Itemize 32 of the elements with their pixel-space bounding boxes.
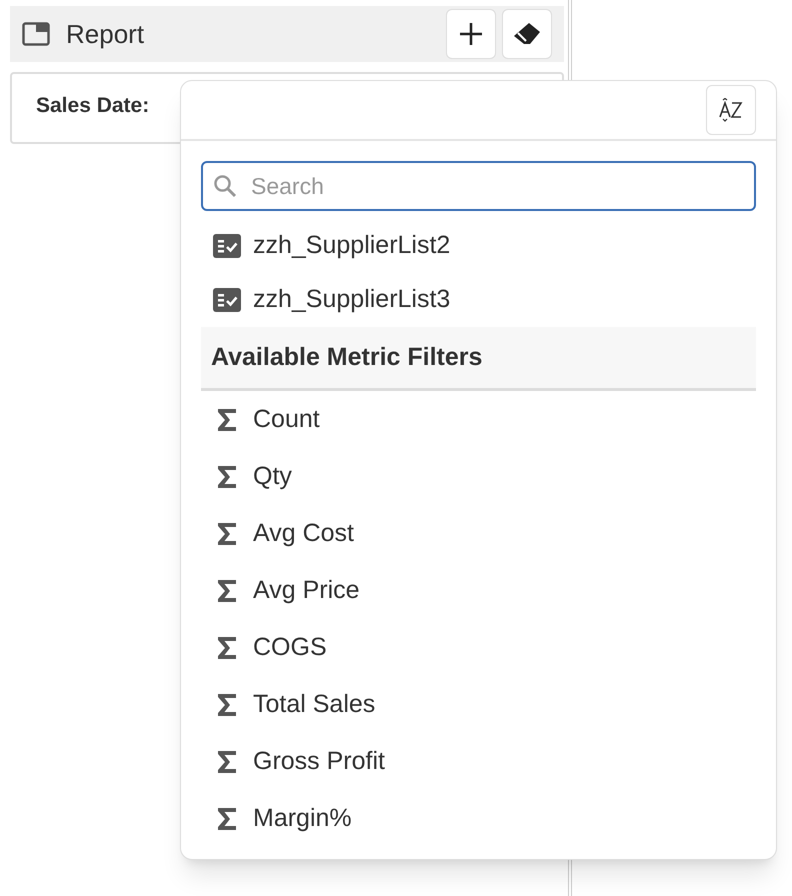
eraser-icon bbox=[513, 22, 541, 46]
add-button[interactable] bbox=[446, 9, 496, 59]
metric-filter-item[interactable]: Avg Cost bbox=[201, 505, 756, 562]
metric-filter-item[interactable]: Qty bbox=[201, 448, 756, 505]
sigma-icon bbox=[217, 522, 237, 546]
metric-filter-item[interactable]: Total Sales bbox=[201, 676, 756, 733]
sigma-icon bbox=[217, 636, 237, 660]
metric-filter-item[interactable]: Count bbox=[201, 391, 756, 448]
sort-az-icon bbox=[718, 98, 744, 122]
checklist-icon bbox=[213, 234, 241, 258]
sigma-icon bbox=[217, 578, 237, 602]
window-icon bbox=[22, 22, 50, 46]
filter-label: Sales Date: bbox=[36, 94, 150, 117]
sigma-icon bbox=[217, 806, 237, 830]
plus-icon bbox=[459, 22, 483, 46]
eraser-button[interactable] bbox=[502, 9, 552, 59]
sigma-icon bbox=[217, 408, 237, 432]
panel-title: Report bbox=[66, 18, 146, 50]
metric-filter-item[interactable]: Gross Profit bbox=[201, 733, 756, 790]
sigma-icon bbox=[217, 464, 237, 488]
search-field[interactable]: Search bbox=[201, 161, 756, 211]
filter-list-item[interactable]: zzh_SupplierList2 bbox=[201, 219, 756, 273]
checklist-icon bbox=[213, 288, 241, 312]
sort-az-button[interactable] bbox=[706, 85, 756, 135]
filter-list-item[interactable]: zzh_SupplierList3 bbox=[201, 273, 756, 327]
metric-filter-item[interactable]: Margin% bbox=[201, 790, 756, 847]
sigma-icon bbox=[217, 692, 237, 716]
search-icon bbox=[213, 174, 237, 198]
metric-filter-item[interactable]: COGS bbox=[201, 619, 756, 676]
section-header: Available Metric Filters bbox=[201, 327, 756, 391]
sigma-icon bbox=[217, 750, 237, 774]
metric-filter-item[interactable]: Avg Price bbox=[201, 562, 756, 619]
